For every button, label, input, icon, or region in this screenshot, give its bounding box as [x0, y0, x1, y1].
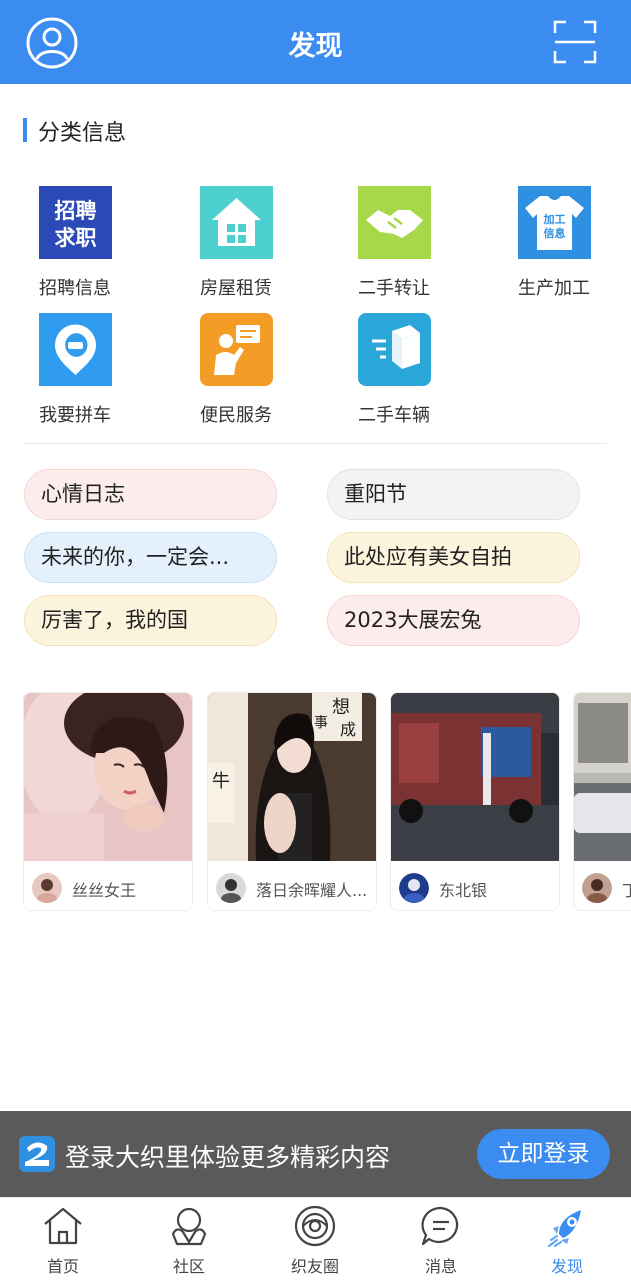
post-author[interactable]: 丁	[582, 873, 631, 903]
author-name: 落日余晖耀人...	[256, 881, 368, 900]
svg-text:加工: 加工	[542, 212, 565, 226]
rocket-icon	[547, 1210, 581, 1248]
delivery-box-icon	[357, 313, 431, 386]
login-button[interactable]: 立即登录	[477, 1129, 610, 1179]
author-name: 丝丝女王	[72, 881, 137, 900]
svg-text:求职: 求职	[54, 226, 96, 250]
friend-circle-icon	[294, 1205, 336, 1247]
job-recruit-icon: 招聘 求职	[38, 186, 112, 259]
svg-text:事: 事	[314, 715, 328, 731]
author-avatar	[582, 873, 612, 903]
category-label: 便民服务	[200, 405, 272, 426]
topic-pill[interactable]: 重阳节	[327, 469, 580, 520]
author-avatar	[32, 873, 62, 903]
category-label: 我要拼车	[39, 405, 111, 426]
category-job[interactable]: 招聘 求职 招聘信息	[15, 186, 135, 300]
home-icon	[44, 1207, 82, 1245]
post-author[interactable]: 落日余晖耀人...	[216, 873, 368, 903]
tab-label: 织友圈	[290, 1257, 339, 1276]
section-divider	[24, 443, 607, 444]
svg-text:招聘: 招聘	[54, 199, 96, 223]
tshirt-icon: 加工 信息	[517, 186, 591, 259]
post-author[interactable]: 丝丝女王	[32, 873, 184, 903]
girl-with-calligraphy-photo: 想 成 事 牛	[208, 693, 376, 861]
topic-pill[interactable]: 此处应有美女自拍	[327, 532, 580, 583]
carpool-icon	[38, 313, 112, 386]
svg-text:信息: 信息	[543, 226, 565, 240]
category-service[interactable]: 便民服务	[176, 313, 296, 427]
top-bar: 发现	[0, 0, 631, 84]
bottom-tab-bar: 首页 社区 织友圈 消息 发现	[0, 1197, 631, 1280]
post-carousel[interactable]: 丝丝女王 想 成 事 牛 落日余晖耀人... 东北银	[23, 692, 631, 912]
svg-text:成: 成	[340, 720, 356, 739]
svg-text:想: 想	[332, 697, 350, 718]
red-truck-street-photo	[391, 693, 559, 861]
tab-community[interactable]: 社区	[126, 1198, 252, 1280]
section-accent-bar	[23, 118, 27, 142]
category-label: 房屋租赁	[200, 278, 272, 299]
tab-discover[interactable]: 发现	[504, 1198, 630, 1280]
girl-in-pink-coat-photo	[24, 693, 192, 861]
tab-messages[interactable]: 消息	[378, 1198, 504, 1280]
tab-label: 消息	[424, 1257, 457, 1276]
scan-icon[interactable]	[552, 19, 598, 65]
category-label: 二手转让	[358, 278, 430, 299]
tab-home[interactable]: 首页	[0, 1198, 126, 1280]
svg-text:牛: 牛	[212, 771, 230, 792]
tab-label: 社区	[172, 1257, 205, 1276]
service-icon	[199, 313, 273, 386]
message-icon	[421, 1206, 459, 1246]
post-card[interactable]: 东北银	[390, 692, 560, 911]
login-banner: 登录大织里体验更多精彩内容 立即登录	[0, 1111, 631, 1197]
author-name: 东北银	[439, 881, 488, 900]
handshake-icon	[357, 186, 431, 259]
category-label: 二手车辆	[358, 405, 430, 426]
post-card[interactable]: 丝丝女王	[23, 692, 193, 911]
category-house[interactable]: 房屋租赁	[176, 186, 296, 300]
topic-pill[interactable]: 厉害了，我的国	[24, 595, 277, 646]
author-avatar	[216, 873, 246, 903]
post-author[interactable]: 东北银	[399, 873, 551, 903]
category-label: 生产加工	[518, 278, 590, 299]
tab-friend-circle[interactable]: 织友圈	[252, 1198, 378, 1280]
category-secondhand[interactable]: 二手转让	[334, 186, 454, 300]
app-logo-icon	[19, 1136, 55, 1172]
page-title: 发现	[288, 31, 343, 62]
login-prompt-text: 登录大织里体验更多精彩内容	[65, 1143, 391, 1172]
category-used-cars[interactable]: 二手车辆	[334, 313, 454, 427]
tab-label: 发现	[550, 1257, 583, 1276]
category-label: 招聘信息	[39, 278, 111, 299]
category-carpool[interactable]: 我要拼车	[15, 313, 135, 427]
house-icon	[199, 186, 273, 259]
tab-label: 首页	[46, 1257, 79, 1276]
post-card[interactable]: 想 成 事 牛 落日余晖耀人...	[207, 692, 377, 911]
author-avatar	[399, 873, 429, 903]
section-title: 分类信息	[38, 121, 127, 146]
category-processing[interactable]: 加工 信息 生产加工	[494, 186, 614, 300]
author-name: 丁	[622, 877, 631, 901]
topic-pill[interactable]: 2023大展宏兔	[327, 595, 580, 646]
street-cars-photo	[574, 693, 631, 861]
topic-pill[interactable]: 心情日志	[24, 469, 277, 520]
topic-pill[interactable]: 未来的你，一定会...	[24, 532, 277, 583]
post-card[interactable]: 丁	[573, 692, 631, 911]
community-icon	[171, 1207, 207, 1246]
